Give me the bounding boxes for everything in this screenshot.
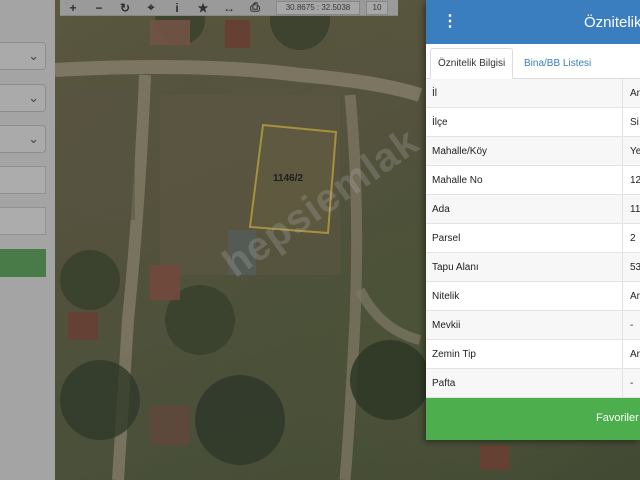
more-vertical-icon[interactable]: ⋮: [442, 14, 458, 30]
table-row: Mevkii -: [426, 311, 640, 340]
row-value: Si: [630, 117, 639, 128]
filter-select-3[interactable]: ⌄: [0, 125, 46, 153]
table-row: Nitelik Ar: [426, 282, 640, 311]
row-key: Mevkii: [432, 320, 461, 331]
favorites-button[interactable]: Favoriler: [426, 398, 640, 440]
row-value: Ar: [630, 291, 640, 302]
table-row: İlçe Si: [426, 108, 640, 137]
coordinate-readout: 30.8675 : 32.5038: [276, 0, 360, 15]
panel-title: Öznitelik: [584, 14, 640, 31]
row-value: An: [630, 88, 640, 99]
row-key: İl: [432, 88, 437, 99]
chevron-down-icon: ⌄: [28, 48, 39, 63]
favorites-label: Favoriler: [596, 412, 639, 424]
row-value: 11: [630, 204, 640, 215]
table-row: Pafta -: [426, 369, 640, 398]
attribute-header: ⋮ Öznitelik: [426, 0, 640, 44]
row-key: Mahalle/Köy: [432, 146, 488, 157]
table-row: Mahalle No 12: [426, 166, 640, 195]
row-key: Nitelik: [432, 291, 460, 302]
row-key: Pafta: [432, 378, 456, 389]
parcel-label: 1146/2: [273, 173, 304, 184]
row-value: -: [630, 378, 634, 389]
row-value: 12: [630, 175, 640, 186]
tab-building-list[interactable]: Bina/BB Listesi: [517, 48, 598, 79]
info-icon[interactable]: i: [164, 0, 190, 16]
row-value: Ar: [630, 349, 640, 360]
filter-input-1[interactable]: [0, 166, 46, 194]
row-key: Ada: [432, 204, 450, 215]
tab-attribute-info[interactable]: Öznitelik Bilgisi: [430, 48, 514, 79]
locate-icon[interactable]: ⌖: [138, 0, 164, 16]
tab-bar: Öznitelik Bilgisi Bina/BB Listesi: [426, 44, 640, 79]
filter-input-2[interactable]: [0, 207, 46, 235]
table-row: Zemin Tip Ar: [426, 340, 640, 369]
zoom-level: 10: [366, 0, 388, 15]
minus-icon[interactable]: −: [86, 0, 112, 16]
table-row: Ada 11: [426, 195, 640, 224]
table-row: Tapu Alanı 53: [426, 253, 640, 282]
attribute-table: İl An İlçe Si Mahalle/Köy Ye Mahalle No 12 A…: [426, 79, 640, 398]
filter-select-2[interactable]: ⌄: [0, 84, 46, 112]
row-value: 53: [630, 262, 640, 273]
star-icon[interactable]: ★: [190, 0, 216, 16]
measure-icon[interactable]: ↔: [216, 0, 242, 16]
plus-icon[interactable]: +: [60, 0, 86, 16]
row-value: -: [630, 320, 634, 331]
refresh-icon[interactable]: ↻: [112, 0, 138, 16]
table-row: Mahalle/Köy Ye: [426, 137, 640, 166]
table-row: Parsel 2: [426, 224, 640, 253]
chevron-down-icon: ⌄: [28, 131, 39, 146]
row-value: 2: [630, 233, 636, 244]
attribute-panel: ⋮ Öznitelik Öznitelik Bilgisi Bina/BB Li…: [426, 0, 640, 440]
row-key: İlçe: [432, 117, 448, 128]
row-key: Parsel: [432, 233, 461, 244]
row-key: Tapu Alanı: [432, 262, 479, 273]
left-panel: ⌄ ⌄ ⌄: [0, 0, 55, 480]
print-icon[interactable]: ⎙: [242, 0, 268, 16]
map-toolbar: + − ↻ ⌖ i ★ ↔ ⎙ 30.8675 : 32.5038 10: [60, 0, 398, 16]
query-button[interactable]: [0, 249, 46, 277]
table-row: İl An: [426, 79, 640, 108]
row-value: Ye: [630, 146, 640, 157]
filter-select-1[interactable]: ⌄: [0, 42, 46, 70]
row-key: Zemin Tip: [432, 349, 476, 360]
chevron-down-icon: ⌄: [28, 90, 39, 105]
row-key: Mahalle No: [432, 175, 483, 186]
